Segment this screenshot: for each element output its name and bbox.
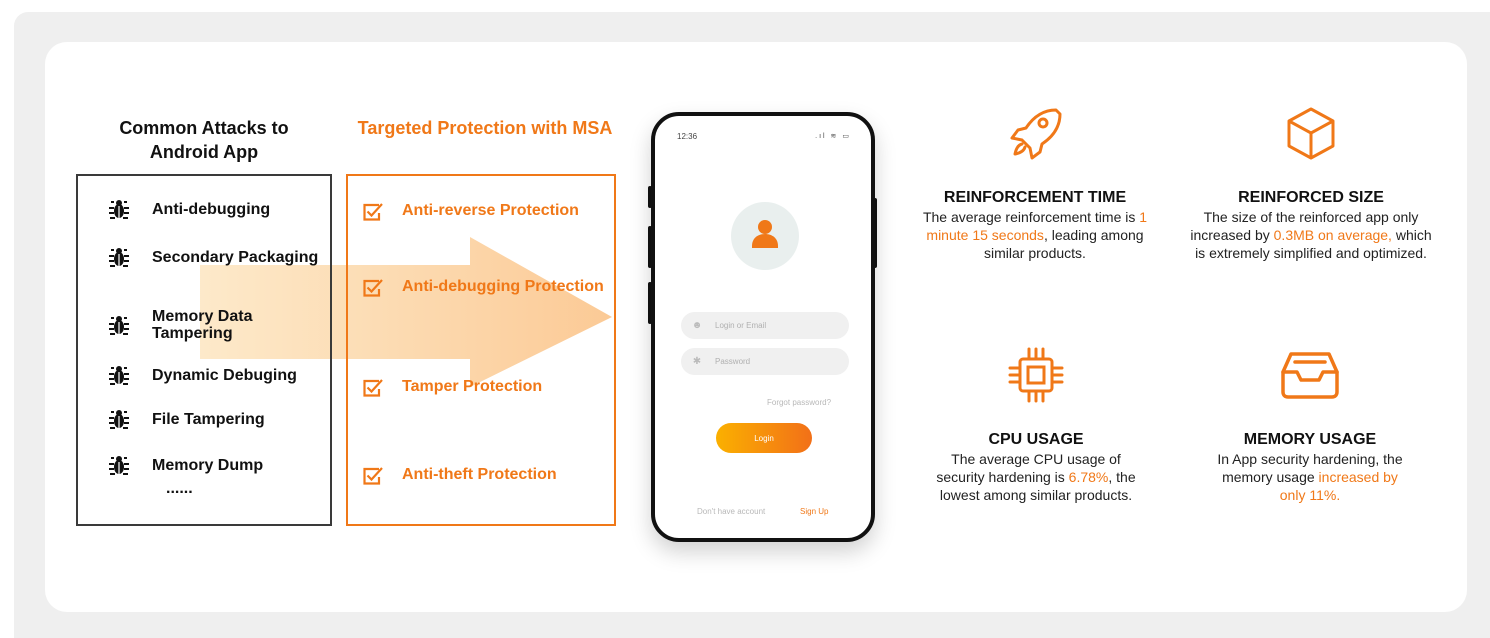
list-item: Anti-theft Protection xyxy=(362,466,612,486)
attacks-title: Common Attacks to Android App xyxy=(119,118,289,162)
asterisk-icon: ✱ xyxy=(692,356,702,367)
bug-icon xyxy=(109,248,129,267)
password-placeholder: Password xyxy=(715,357,751,366)
metric-reinforcement-time: REINFORCEMENT TIME The average reinforce… xyxy=(920,104,1150,262)
attack-label: Dynamic Debuging xyxy=(152,366,297,384)
user-icon: ☻ xyxy=(691,320,703,331)
attack-label: Memory Data Tampering xyxy=(152,308,253,342)
login-button[interactable]: Login xyxy=(716,423,812,453)
metric-reinforced-size: REINFORCED SIZE The size of the reinforc… xyxy=(1186,104,1436,262)
list-item: File Tampering xyxy=(108,408,322,430)
checkbox-icon xyxy=(363,467,383,485)
metric-cpu-usage: CPU USAGE The average CPU usage of secur… xyxy=(926,344,1146,504)
bug-icon xyxy=(109,366,129,385)
password-field[interactable]: ✱ Password xyxy=(681,348,849,375)
bug-icon xyxy=(109,410,129,429)
more-ellipsis: ...... xyxy=(166,480,193,497)
metric-title: REINFORCEMENT TIME xyxy=(943,189,1127,206)
list-item: Memory Data Tampering xyxy=(108,308,322,342)
metric-text: The average reinforcement time is xyxy=(922,209,1140,225)
bug-icon xyxy=(109,456,129,475)
bug-icon xyxy=(109,316,129,335)
status-icons: .ıl ≋ ▭ xyxy=(815,133,851,140)
phone-mockup: 12:36 .ıl ≋ ▭ ☻ Login or Email ✱ Passwor… xyxy=(651,112,875,542)
cpu-chip-icon xyxy=(1008,347,1064,403)
cube-icon xyxy=(1287,107,1335,160)
metric-highlight: 6.78% xyxy=(1068,469,1109,485)
attack-label: Secondary Packaging xyxy=(152,248,319,266)
protection-label: Anti-debugging Protection xyxy=(402,278,604,295)
inbox-tray-icon xyxy=(1281,352,1339,399)
checkbox-icon xyxy=(363,379,383,397)
list-item: Anti-debugging xyxy=(108,198,322,220)
metric-title: CPU USAGE xyxy=(988,431,1084,448)
avatar xyxy=(731,202,799,270)
list-item: Anti-reverse Protection xyxy=(362,202,612,222)
list-item: Memory Dump xyxy=(108,454,322,476)
attacks-list: Anti-debugging Secondary Packaging Memor… xyxy=(76,174,332,526)
checkbox-icon xyxy=(363,279,383,297)
metric-description: The average reinforcement time is 1 minu… xyxy=(920,208,1150,262)
forgot-password-link[interactable]: Forgot password? xyxy=(655,398,871,407)
list-item: Tamper Protection xyxy=(362,378,612,398)
protection-label: Anti-reverse Protection xyxy=(402,202,579,219)
no-account-text: Don't have account xyxy=(697,507,766,516)
attack-label: Anti-debugging xyxy=(152,200,271,218)
protection-title: Targeted Protection with MSA xyxy=(357,118,613,138)
metric-title: REINFORCED SIZE xyxy=(1238,189,1384,206)
list-item: Dynamic Debuging xyxy=(108,364,322,386)
protection-list: Anti-reverse Protection Anti-debugging P… xyxy=(346,174,616,526)
metric-title: MEMORY USAGE xyxy=(1243,431,1377,448)
attack-label: Memory Dump xyxy=(152,456,264,474)
metric-description: In App security hardening, the memory us… xyxy=(1200,450,1420,504)
metric-highlight: 0.3MB on average, xyxy=(1273,227,1392,243)
rocket-icon xyxy=(1010,108,1062,160)
signup-link[interactable]: Sign Up xyxy=(800,507,828,516)
status-time: 12:36 xyxy=(677,132,698,141)
metric-description: The average CPU usage of security harden… xyxy=(926,450,1146,504)
email-placeholder: Login or Email xyxy=(715,321,767,330)
user-icon xyxy=(752,220,778,248)
list-item: Secondary Packaging xyxy=(108,246,322,268)
protection-label: Anti-theft Protection xyxy=(402,466,557,483)
email-field[interactable]: ☻ Login or Email xyxy=(681,312,849,339)
protection-label: Tamper Protection xyxy=(402,378,543,395)
bug-icon xyxy=(109,200,129,219)
attack-label: File Tampering xyxy=(152,410,265,428)
metric-description: The size of the reinforced app only incr… xyxy=(1186,208,1436,262)
list-item: Anti-debugging Protection xyxy=(362,278,612,298)
metric-memory-usage: MEMORY USAGE In App security hardening, … xyxy=(1200,350,1420,504)
checkbox-icon xyxy=(363,203,383,221)
